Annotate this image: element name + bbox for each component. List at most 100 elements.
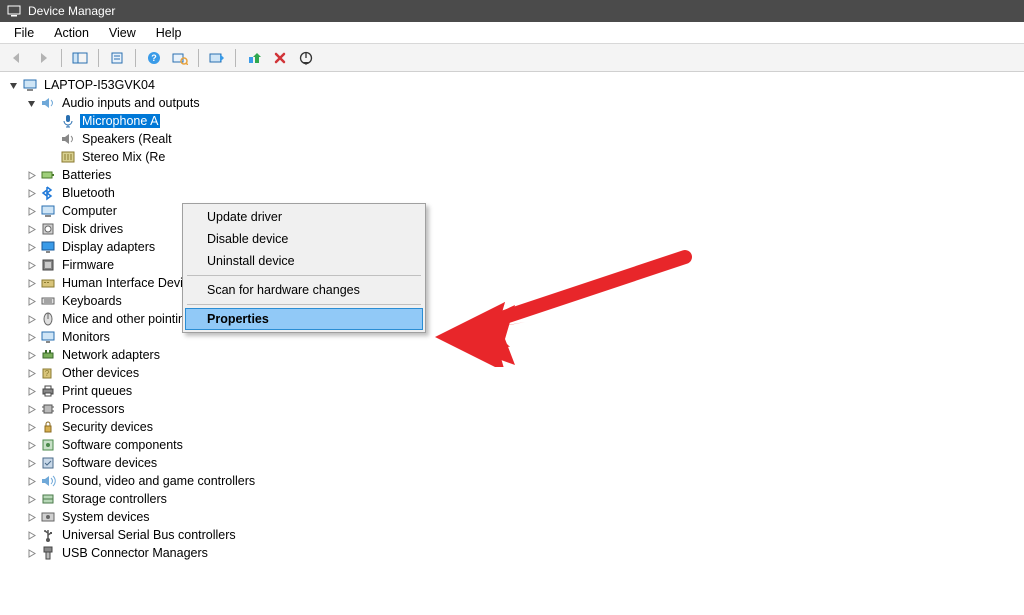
hid-icon	[40, 275, 56, 291]
chevron-right-icon[interactable]	[24, 186, 38, 200]
device-label: Speakers (Realt	[80, 132, 174, 146]
forward-button[interactable]	[32, 47, 54, 69]
chevron-right-icon[interactable]	[24, 330, 38, 344]
tree-category[interactable]: Universal Serial Bus controllers	[6, 526, 1024, 544]
firmware-icon	[40, 257, 56, 273]
speaker-icon	[60, 131, 76, 147]
chevron-down-icon[interactable]	[24, 96, 38, 110]
chevron-right-icon[interactable]	[24, 312, 38, 326]
category-label: Batteries	[60, 168, 113, 182]
tree-category[interactable]: Network adapters	[6, 346, 1024, 364]
title-bar: Device Manager	[0, 0, 1024, 22]
chevron-right-icon[interactable]	[24, 276, 38, 290]
chevron-right-icon[interactable]	[24, 366, 38, 380]
category-label: Keyboards	[60, 294, 124, 308]
chevron-right-icon[interactable]	[24, 456, 38, 470]
chevron-down-icon[interactable]	[6, 78, 20, 92]
tree-item-stereo-mix[interactable]: Stereo Mix (Re	[6, 148, 1024, 166]
menu-view[interactable]: View	[99, 22, 146, 43]
show-hide-tree-button[interactable]	[69, 47, 91, 69]
update-driver-button[interactable]	[206, 47, 228, 69]
chevron-right-icon[interactable]	[24, 546, 38, 560]
tree-category[interactable]: Disk drives	[6, 220, 1024, 238]
chevron-right-icon[interactable]	[24, 258, 38, 272]
bluetooth-icon	[40, 185, 56, 201]
tree-category[interactable]: Storage controllers	[6, 490, 1024, 508]
uninstall-device-button[interactable]	[269, 47, 291, 69]
chevron-right-icon[interactable]	[24, 204, 38, 218]
tree-category[interactable]: Human Interface Devices	[6, 274, 1024, 292]
tree-category[interactable]: Display adapters	[6, 238, 1024, 256]
tree-item-microphone[interactable]: Microphone A	[6, 112, 1024, 130]
tree-category[interactable]: Keyboards	[6, 292, 1024, 310]
disable-device-button[interactable]	[295, 47, 317, 69]
ctx-update-driver[interactable]: Update driver	[185, 206, 423, 228]
microphone-icon	[60, 113, 76, 129]
tree-category[interactable]: Software components	[6, 436, 1024, 454]
tree-root[interactable]: LAPTOP-I53GVK04	[6, 76, 1024, 94]
chevron-right-icon[interactable]	[24, 384, 38, 398]
tree-category[interactable]: Processors	[6, 400, 1024, 418]
window-title: Device Manager	[28, 4, 115, 18]
computer-icon	[40, 203, 56, 219]
properties-button[interactable]	[106, 47, 128, 69]
help-button[interactable]: ?	[143, 47, 165, 69]
chevron-right-icon[interactable]	[24, 222, 38, 236]
chevron-right-icon[interactable]	[24, 528, 38, 542]
tree-item-speakers[interactable]: Speakers (Realt	[6, 130, 1024, 148]
tree-category[interactable]: Software devices	[6, 454, 1024, 472]
printer-icon	[40, 383, 56, 399]
toolbar-separator	[61, 49, 62, 67]
tree-category[interactable]: Security devices	[6, 418, 1024, 436]
menu-help[interactable]: Help	[146, 22, 192, 43]
other-icon: ?	[40, 365, 56, 381]
tree-category[interactable]: Monitors	[6, 328, 1024, 346]
chevron-right-icon[interactable]	[24, 348, 38, 362]
chevron-right-icon[interactable]	[24, 168, 38, 182]
tree-category[interactable]: System devices	[6, 508, 1024, 526]
ctx-disable-device[interactable]: Disable device	[185, 228, 423, 250]
sound-icon	[40, 473, 56, 489]
usbconn-icon	[40, 545, 56, 561]
display-icon	[40, 239, 56, 255]
tree-category[interactable]: Print queues	[6, 382, 1024, 400]
category-label: Bluetooth	[60, 186, 117, 200]
menu-file[interactable]: File	[4, 22, 44, 43]
tree-category[interactable]: Bluetooth	[6, 184, 1024, 202]
tree-category[interactable]: Batteries	[6, 166, 1024, 184]
tree-category[interactable]: Firmware	[6, 256, 1024, 274]
tree-category[interactable]: Sound, video and game controllers	[6, 472, 1024, 490]
category-label: Monitors	[60, 330, 112, 344]
tree-category[interactable]: ?Other devices	[6, 364, 1024, 382]
toolbar-separator	[198, 49, 199, 67]
scan-hardware-button[interactable]	[169, 47, 191, 69]
chevron-right-icon[interactable]	[24, 474, 38, 488]
chevron-right-icon[interactable]	[24, 438, 38, 452]
chevron-right-icon[interactable]	[24, 240, 38, 254]
tree-category-audio[interactable]: Audio inputs and outputs	[6, 94, 1024, 112]
device-label: Stereo Mix (Re	[80, 150, 167, 164]
device-tree[interactable]: LAPTOP-I53GVK04 Audio inputs and outputs…	[0, 72, 1024, 615]
category-label: Network adapters	[60, 348, 162, 362]
chevron-right-icon[interactable]	[24, 492, 38, 506]
app-icon	[6, 3, 22, 19]
chevron-right-icon[interactable]	[24, 510, 38, 524]
chevron-right-icon[interactable]	[24, 402, 38, 416]
back-button[interactable]	[6, 47, 28, 69]
tree-category[interactable]: USB Connector Managers	[6, 544, 1024, 562]
softcomp-icon	[40, 437, 56, 453]
ctx-scan-hardware[interactable]: Scan for hardware changes	[185, 279, 423, 301]
enable-device-button[interactable]	[243, 47, 265, 69]
toolbar-separator	[98, 49, 99, 67]
menu-action[interactable]: Action	[44, 22, 99, 43]
category-label: Universal Serial Bus controllers	[60, 528, 238, 542]
mouse-icon	[40, 311, 56, 327]
ctx-properties[interactable]: Properties	[185, 308, 423, 330]
category-label: USB Connector Managers	[60, 546, 210, 560]
svg-text:?: ?	[151, 53, 157, 63]
tree-category[interactable]: Computer	[6, 202, 1024, 220]
ctx-uninstall-device[interactable]: Uninstall device	[185, 250, 423, 272]
chevron-right-icon[interactable]	[24, 420, 38, 434]
tree-category[interactable]: Mice and other pointing devices	[6, 310, 1024, 328]
chevron-right-icon[interactable]	[24, 294, 38, 308]
